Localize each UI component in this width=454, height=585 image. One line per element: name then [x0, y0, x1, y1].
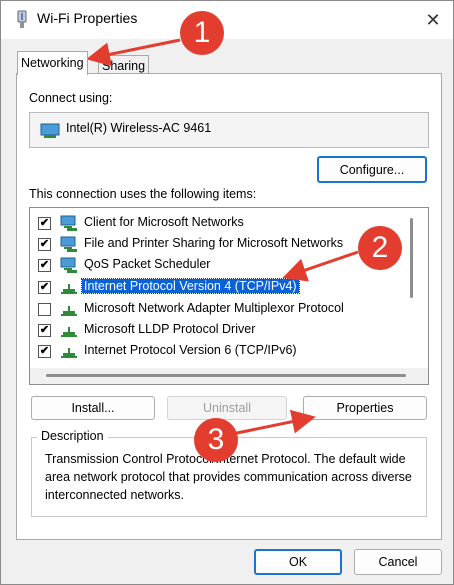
annotation-badge-3: 3 — [194, 418, 238, 462]
annotation-badge-2: 2 — [358, 226, 402, 270]
annotation-badge-1: 1 — [180, 11, 224, 55]
arrow-to-ipv4-item — [282, 250, 359, 282]
annotation-arrows — [86, 38, 359, 436]
arrow-to-properties-button — [231, 409, 316, 436]
arrow-to-networking-tab — [86, 38, 181, 67]
tab-networking[interactable]: Networking — [17, 51, 88, 75]
